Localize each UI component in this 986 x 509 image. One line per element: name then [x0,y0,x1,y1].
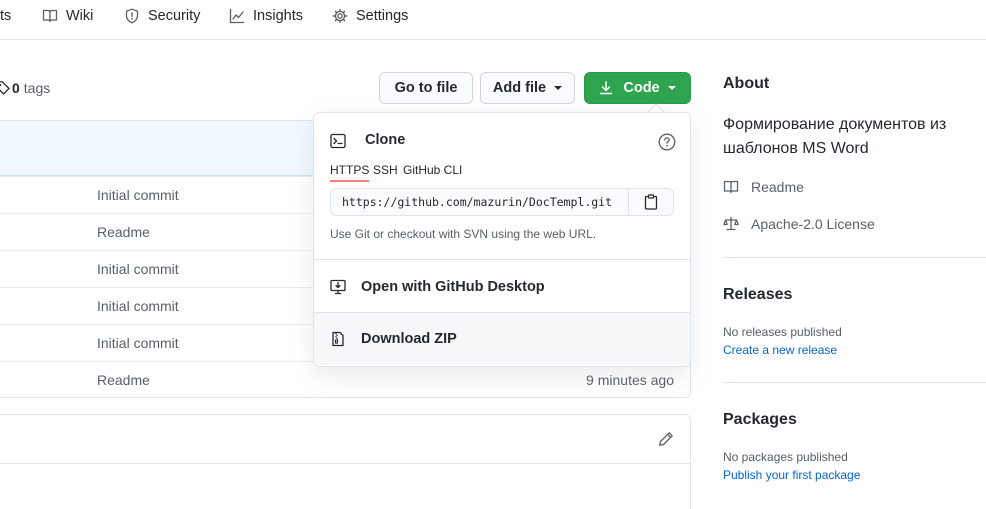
gear-icon [332,8,348,24]
clone-dropdown: Clone HTTPS SSH GitHub CLI https://githu… [313,112,691,367]
commit-message[interactable]: Readme [97,362,150,399]
file-zip-icon [332,331,344,347]
code-label: Code [623,80,660,96]
chevron-down-icon [667,86,676,90]
nav-tab-wiki[interactable]: Wiki [42,0,93,32]
packages-empty-text: No packages published [723,450,848,464]
about-heading: About [723,75,770,92]
copy-url-button[interactable] [628,188,674,216]
commit-message[interactable]: Initial commit [97,177,179,214]
nav-tab-insights-label: Insights [253,8,303,24]
book-icon [42,9,58,23]
tags-link[interactable]: 0 tags [0,79,50,97]
publish-package-link[interactable]: Publish your first package [723,468,860,482]
go-to-file-button[interactable]: Go to file [379,72,473,104]
clone-help-text: Use Git or checkout with SVN using the w… [330,227,597,241]
commit-message[interactable]: Initial commit [97,251,179,288]
clone-url-input[interactable]: https://github.com/mazurin/DocTempl.git [330,188,629,216]
open-desktop-item[interactable]: Open with GitHub Desktop [314,261,690,313]
commit-time: 9 minutes ago [586,372,674,388]
code-button[interactable]: Code [584,72,691,104]
nav-tab-security[interactable]: Security [124,0,200,32]
add-file-button[interactable]: Add file [480,72,575,104]
tab-ssh[interactable]: SSH [373,163,398,177]
download-icon [600,81,613,95]
clone-title: Clone [365,132,406,148]
tags-count: 0 [12,80,20,96]
nav-tab-security-label: Security [148,8,201,24]
tab-https[interactable]: HTTPS [330,163,370,182]
pencil-icon[interactable] [658,431,674,447]
clipboard-icon [644,194,658,210]
terminal-icon [330,133,346,149]
readme-link[interactable]: Readme [723,177,804,197]
repo-nav: ts Wiki Security Insights Settings [0,0,986,40]
releases-heading[interactable]: Releases [723,286,792,304]
nav-tab-partial[interactable]: ts [0,0,11,32]
tab-github-cli[interactable]: GitHub CLI [403,163,462,177]
sidebar-divider [723,382,986,383]
download-zip-label: Download ZIP [361,331,457,347]
open-desktop-label: Open with GitHub Desktop [361,279,545,295]
nav-tab-settings-label: Settings [356,8,409,24]
desktop-download-icon [330,279,346,295]
tags-label: tags [23,80,51,96]
nav-tab-insights[interactable]: Insights [229,0,303,32]
dropdown-divider [314,259,690,260]
nav-tab-partial-label: ts [0,8,12,24]
readme-header [0,415,690,464]
repo-description: Формирование документов из шаблонов MS W… [723,116,947,157]
commit-message[interactable]: Initial commit [97,325,179,362]
tag-icon [0,81,10,95]
law-icon [723,216,739,231]
license-link-label: Apache-2.0 License [751,216,875,232]
question-icon[interactable] [658,133,676,151]
create-release-link[interactable]: Create a new release [723,343,837,357]
commit-message[interactable]: Initial commit [97,288,179,325]
releases-empty-text: No releases published [723,325,842,339]
sidebar-divider [723,257,986,258]
packages-heading[interactable]: Packages [723,411,797,429]
add-file-label: Add file [492,80,547,96]
shield-icon [125,8,139,24]
chevron-down-icon [554,86,563,90]
go-to-file-label: Go to file [394,80,458,96]
download-zip-item[interactable]: Download ZIP [314,313,690,365]
nav-tab-settings[interactable]: Settings [332,0,408,32]
book-icon [723,180,739,194]
readme-box [0,414,691,509]
commit-message[interactable]: Readme [97,214,150,251]
graph-icon [229,8,245,24]
readme-link-label: Readme [751,179,804,195]
license-link[interactable]: Apache-2.0 License [723,214,875,234]
nav-tab-wiki-label: Wiki [66,8,94,24]
